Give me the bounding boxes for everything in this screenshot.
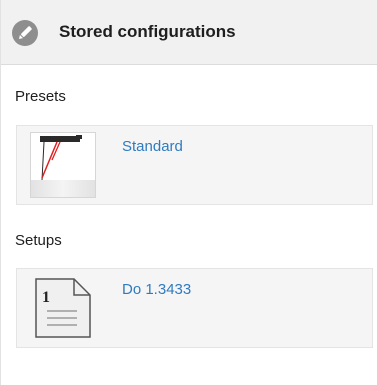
document-icon: 1 xyxy=(30,275,96,341)
panel-header: Stored configurations xyxy=(1,0,377,65)
setups-label: Setups xyxy=(15,232,62,249)
setup-link-do-1-3433[interactable]: Do 1.3433 xyxy=(122,281,191,298)
document-badge: 1 xyxy=(42,289,50,306)
presets-label: Presets xyxy=(15,88,66,105)
pencil-icon[interactable] xyxy=(12,20,38,46)
panel-title: Stored configurations xyxy=(59,22,236,41)
preset-link-standard[interactable]: Standard xyxy=(122,138,183,155)
stored-configurations-panel: Stored configurations Presets Standard S… xyxy=(0,0,377,385)
setup-item-do-1-3433[interactable]: 1 Do 1.3433 xyxy=(16,268,373,348)
sensor-preset-icon xyxy=(30,132,96,198)
preset-item-standard[interactable]: Standard xyxy=(16,125,373,205)
